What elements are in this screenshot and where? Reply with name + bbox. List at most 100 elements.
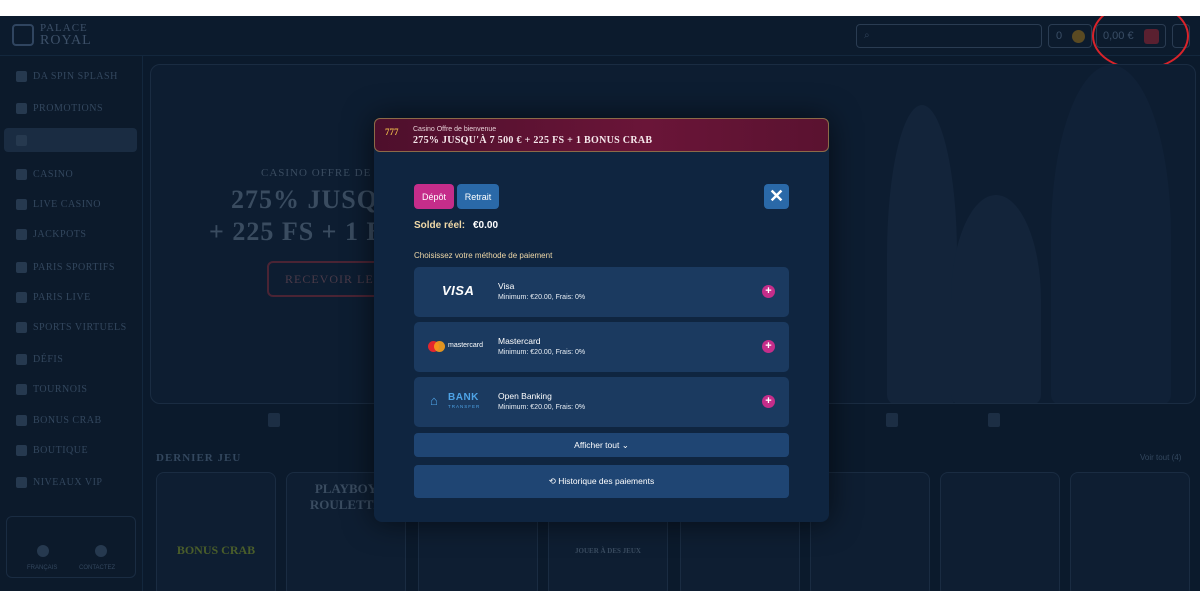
history-icon: ⟲: [548, 476, 559, 486]
close-button[interactable]: ✕: [764, 184, 789, 209]
sidebar-item-label: BOUTIQUE: [33, 444, 89, 456]
payment-method-mastercard[interactable]: mastercard Mastercard Minimum: €20.00, F…: [414, 322, 789, 372]
sidebar-footer: FRANÇAIS CONTACTEZ: [6, 516, 136, 578]
tile-caption: BONUS CRAB: [176, 543, 256, 557]
sidebar-item-jackpots[interactable]: JACKPOTS: [16, 224, 86, 244]
method-name: Open Banking: [498, 391, 552, 401]
sidebar-item-promotions[interactable]: PROMOTIONS: [16, 98, 103, 118]
sidebar-item-label: DA SPIN SPLASH: [33, 70, 118, 82]
slot-777-icon: 777: [385, 127, 399, 137]
visa-logo: VISA: [424, 279, 496, 305]
sidebar-item-paris-sportifs[interactable]: PARIS SPORTIFS: [16, 257, 115, 277]
tab-depot[interactable]: Dépôt: [414, 184, 454, 209]
sidebar-item-niveaux-vip[interactable]: NIVEAUX VIP: [16, 472, 102, 492]
payment-method-open-banking[interactable]: ⌂ BANK TRANSFER Open Banking Minimum: €2…: [414, 377, 789, 427]
nav-icon: [16, 70, 27, 82]
last-game-title: DERNIER JEU: [156, 452, 242, 464]
contact-icon: [95, 545, 107, 557]
language-button[interactable]: FRANÇAIS: [27, 565, 57, 571]
logo-mark-icon: [12, 24, 34, 46]
nav-icon: [16, 261, 27, 273]
sidebar-item-defis[interactable]: DÉFIS: [16, 349, 63, 369]
plus-icon[interactable]: +: [762, 285, 775, 298]
annotation-circle: [1092, 16, 1189, 70]
contact-button[interactable]: CONTACTEZ: [79, 565, 115, 571]
sidebar-item-da-spin-splash[interactable]: DA SPIN SPLASH: [16, 66, 118, 86]
category-icon: [268, 413, 280, 427]
search-input[interactable]: ⌕: [856, 24, 1042, 48]
category-strip-item[interactable]: [268, 410, 280, 430]
sidebar-item-label: BONUS CRAB: [33, 414, 102, 426]
sidebar-item-label: PROMOTIONS: [33, 102, 104, 114]
category-icon: [988, 413, 1000, 427]
site-logo[interactable]: PALACE ROYAL: [12, 21, 94, 51]
banner-offer-text: 275% JUSQU'À 7 500 € + 225 FS + 1 BONUS …: [413, 135, 653, 146]
sidebar-item-casino[interactable]: CASINO: [16, 164, 73, 184]
method-name: Mastercard: [498, 336, 541, 346]
sidebar-item-label: LIVE CASINO: [33, 198, 101, 210]
sidebar-item-label: CASINO: [33, 168, 74, 180]
plus-icon[interactable]: +: [762, 340, 775, 353]
nav-icon: [16, 134, 27, 146]
method-name: Visa: [498, 281, 515, 291]
payment-modal: 777 Casino Offre de bienvenue 275% JUSQU…: [374, 118, 829, 522]
sidebar-item-tournois[interactable]: TOURNOIS: [16, 379, 87, 399]
mastercard-logo: mastercard: [424, 334, 496, 360]
method-details: Minimum: €20.00, Frais: 0%: [498, 294, 586, 301]
sidebar-item-bonus-crab[interactable]: BONUS CRAB: [16, 410, 102, 430]
sidebar-item-label: PARIS SPORTIFS: [33, 261, 115, 273]
payment-history-button[interactable]: ⟲ Historique des paiements: [414, 465, 789, 498]
category-strip-item[interactable]: [988, 410, 1000, 430]
payment-method-prompt: Choisissez votre méthode de paiement: [414, 251, 553, 260]
tab-retrait[interactable]: Retrait: [457, 184, 499, 209]
hero-figure: [1051, 65, 1171, 403]
coins-counter[interactable]: 0: [1048, 24, 1092, 48]
see-all-link[interactable]: Voir tout (4): [1140, 453, 1181, 462]
sidebar-item-live-casino[interactable]: LIVE CASINO: [16, 194, 101, 214]
nav-icon: [16, 321, 27, 333]
game-tile[interactable]: [1070, 472, 1190, 591]
nav-icon: [16, 198, 27, 210]
hero-figure: [951, 195, 1041, 403]
nav-icon: [16, 168, 27, 180]
sidebar-item-label: SPORTS VIRTUELS: [33, 321, 127, 333]
welcome-offer-banner[interactable]: 777 Casino Offre de bienvenue 275% JUSQU…: [374, 118, 829, 152]
plus-icon[interactable]: +: [762, 395, 775, 408]
sidebar-item-active[interactable]: [4, 128, 137, 152]
nav-icon: [16, 291, 27, 303]
nav-icon: [16, 383, 27, 395]
visa-logo-text: VISA: [442, 283, 475, 298]
nav-icon: [16, 353, 27, 365]
game-tile[interactable]: BONUS CRAB: [156, 472, 276, 591]
game-tile[interactable]: [940, 472, 1060, 591]
coins-value: 0: [1056, 30, 1063, 42]
bank-logo-text: BANK: [448, 392, 479, 403]
sidebar-item-boutique[interactable]: BOUTIQUE: [16, 440, 88, 460]
logo-line2: ROYAL: [40, 33, 92, 48]
bank-logo-subtext: TRANSFER: [448, 404, 481, 409]
category-strip-item[interactable]: [886, 410, 898, 430]
method-details: Minimum: €20.00, Frais: 0%: [498, 404, 586, 411]
sidebar-item-label: JACKPOTS: [33, 228, 87, 240]
sidebar-item-paris-live[interactable]: PARIS LIVE: [16, 287, 91, 307]
nav-icon: [16, 444, 27, 456]
sidebar-item-label: PARIS LIVE: [33, 291, 91, 303]
nav-icon: [16, 476, 27, 488]
payment-method-visa[interactable]: VISA Visa Minimum: €20.00, Frais: 0% +: [414, 267, 789, 317]
bank-building-icon: ⌂: [430, 393, 438, 408]
method-details: Minimum: €20.00, Frais: 0%: [498, 349, 586, 356]
sidebar-item-sports-virtuels[interactable]: SPORTS VIRTUELS: [16, 317, 127, 337]
hero-figure: [887, 105, 957, 403]
show-all-button[interactable]: Afficher tout ⌄: [414, 433, 789, 457]
sidebar: DA SPIN SPLASH PROMOTIONS CASINO LIVE CA…: [0, 56, 143, 591]
tile-caption: JOUER À DES JEUX: [575, 547, 641, 555]
sidebar-item-label: TOURNOIS: [33, 383, 88, 395]
hero-claim-button[interactable]: RECEVOIR LE: [267, 261, 387, 297]
coin-icon: [1072, 30, 1085, 43]
history-label: Historique des paiements: [558, 476, 655, 486]
language-icon: [37, 545, 49, 557]
mastercard-logo-text: mastercard: [448, 342, 484, 349]
nav-icon: [16, 414, 27, 426]
real-balance-value: €0.00: [473, 220, 499, 231]
sidebar-item-label: NIVEAUX VIP: [33, 476, 103, 488]
